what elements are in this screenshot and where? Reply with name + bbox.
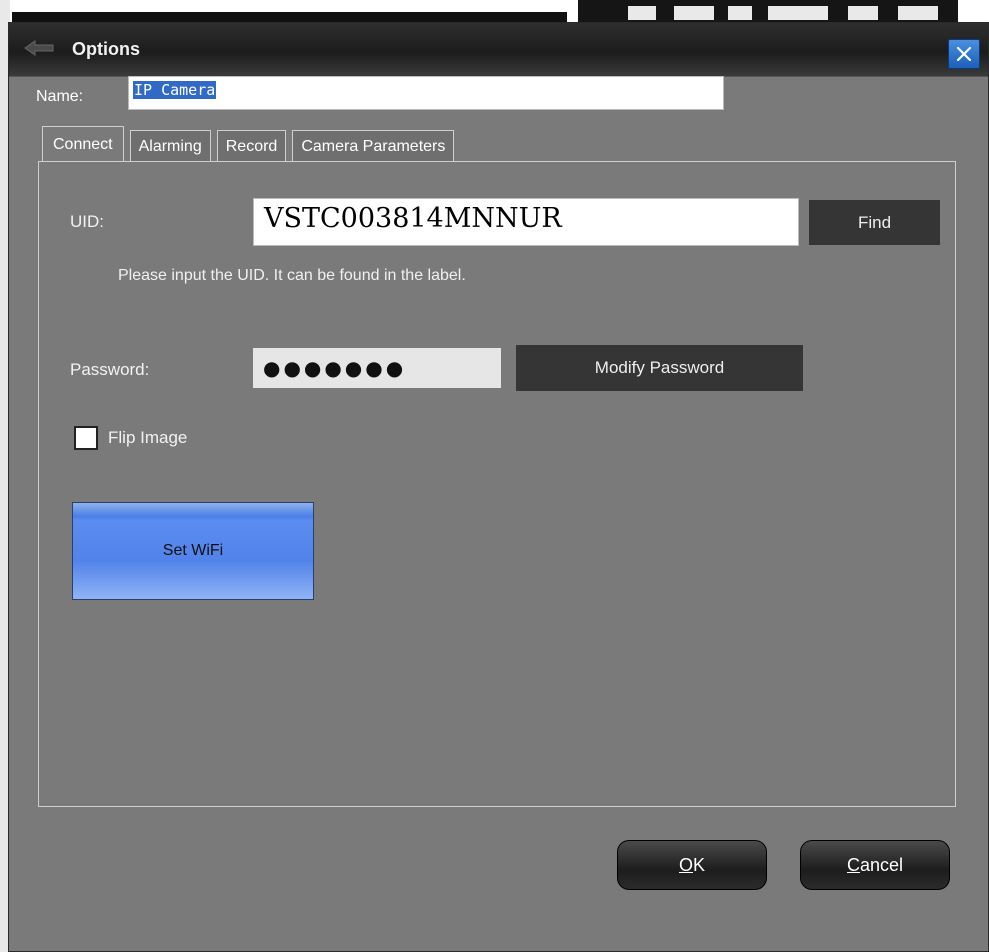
flip-image-checkbox[interactable]: [74, 426, 98, 450]
uid-label: UID:: [70, 212, 104, 231]
find-button[interactable]: Find: [809, 200, 940, 245]
set-wifi-button[interactable]: Set WiFi: [72, 502, 314, 600]
close-button[interactable]: [948, 39, 980, 69]
name-label: Name:: [36, 88, 84, 105]
cancel-button[interactable]: Cancel: [800, 840, 950, 890]
ok-mnemonic: O: [678, 854, 693, 875]
cancel-label-rest: ancel: [859, 854, 904, 875]
title-bar: Options: [9, 23, 988, 77]
uid-input[interactable]: VSTC003814MNNUR: [253, 198, 799, 246]
password-input[interactable]: ●●●●●●●: [253, 348, 501, 388]
tab-record[interactable]: Record: [216, 130, 287, 162]
connect-panel: [38, 161, 956, 807]
cancel-mnemonic: C: [846, 854, 860, 875]
uid-hint: Please input the UID. It can be found in…: [118, 267, 466, 284]
ok-label-rest: K: [693, 854, 706, 875]
modify-password-button[interactable]: Modify Password: [516, 345, 803, 391]
tab-camera-parameters[interactable]: Camera Parameters: [292, 130, 455, 162]
ok-button[interactable]: OK: [617, 840, 767, 890]
flip-image-label: Flip Image: [108, 428, 188, 447]
back-arrow-icon: [23, 39, 57, 57]
close-icon: [956, 46, 972, 62]
password-label: Password:: [70, 360, 150, 379]
password-input-value: ●●●●●●●: [263, 356, 407, 380]
flip-image-row: Flip Image: [74, 426, 187, 450]
dialog-title: Options: [72, 39, 140, 59]
name-input-value: IP Camera: [133, 81, 217, 99]
tab-bar: Connect Alarming Record Camera Parameter…: [42, 126, 460, 162]
tab-connect[interactable]: Connect: [42, 126, 124, 162]
tab-alarming[interactable]: Alarming: [129, 130, 211, 162]
name-input[interactable]: IP Camera: [128, 76, 724, 110]
